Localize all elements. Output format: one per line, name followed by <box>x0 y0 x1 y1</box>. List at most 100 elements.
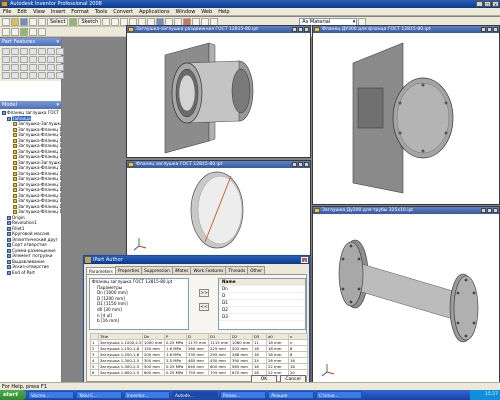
shell-icon[interactable] <box>29 48 37 55</box>
maximize-button[interactable]: □ <box>484 1 491 7</box>
table-cell[interactable]: 6 <box>90 369 99 376</box>
table-cell[interactable]: 1000 mm <box>142 339 165 346</box>
extrude-icon[interactable] <box>2 48 10 55</box>
tab-suppression[interactable]: Suppression <box>141 266 173 274</box>
chevron-down-icon[interactable]: ▾ <box>56 38 59 46</box>
menu-file[interactable]: File <box>0 8 14 16</box>
menu-applications[interactable]: Applications <box>136 8 173 16</box>
promote-icon[interactable] <box>11 72 19 79</box>
table-row[interactable]: 2 Заглушка 1-150-1.6 150 mm 1.6 MPa 260 mm 22… <box>90 345 308 352</box>
move-face-icon[interactable] <box>56 56 64 63</box>
taskbar-item[interactable]: Autode... <box>172 391 218 399</box>
hole-icon[interactable] <box>20 48 28 55</box>
member-table[interactable]: Title Dn P D D1 D2 D3 d0 n 1 Заглушка 1-1000-2.5 1… <box>90 333 308 376</box>
tab-work-features[interactable]: Work Features <box>190 266 227 274</box>
minimize-button[interactable] <box>481 27 486 32</box>
table-cell[interactable]: Заглушка 1-600-2.5 <box>98 369 143 376</box>
close-button[interactable] <box>304 27 309 32</box>
table-row[interactable]: 1 Заглушка 1-1000-2.5 1000 mm 0.25 MPa 1175 … <box>90 339 308 346</box>
part-features-header[interactable]: Part Features ▾ <box>0 38 61 46</box>
list-item[interactable]: Dn <box>219 286 305 293</box>
table-row[interactable]: 4 Заглушка 1-300-2.5 300 mm 2.5 MPa 485 mm 43… <box>90 357 308 364</box>
table-cell[interactable]: 600 mm <box>142 369 165 376</box>
minimize-button[interactable] <box>292 162 297 167</box>
revolve-icon[interactable] <box>11 48 19 55</box>
split-icon[interactable] <box>47 56 55 63</box>
open-icon[interactable] <box>11 17 19 26</box>
face-draft-icon[interactable] <box>38 56 46 63</box>
minimize-button[interactable] <box>292 27 297 32</box>
start-button[interactable]: start <box>0 390 26 400</box>
menu-window[interactable]: Window <box>173 8 199 16</box>
table-cell[interactable]: 0.25 MPa <box>164 339 187 346</box>
parameter-tree[interactable]: Фланец заглушка ГОСТ 12815-80.ipt Парамет… <box>89 278 189 330</box>
fillet-icon[interactable] <box>20 56 28 63</box>
viewport-plug-du200[interactable]: Заглушка Ду200 для трубы 325x10.ipt <box>312 206 500 384</box>
update-icon[interactable] <box>69 17 78 26</box>
menu-edit[interactable]: Edit <box>14 8 30 16</box>
rib-icon[interactable] <box>38 48 46 55</box>
taskbar-item[interactable]: Total C... <box>76 391 122 399</box>
table-row[interactable]: 3 Заглушка 1-200-1.6 200 mm 1.6 MPa 335 mm 29… <box>90 351 308 358</box>
model-header[interactable]: Model ▾ <box>0 101 61 109</box>
work-plane-icon[interactable] <box>29 64 37 71</box>
list-item[interactable]: D1 <box>219 300 305 307</box>
taskbar-item[interactable]: Лекция <box>268 391 314 399</box>
undo-icon[interactable] <box>29 17 37 26</box>
tab-properties[interactable]: Properties <box>114 266 143 274</box>
taskbar-item[interactable]: Vacreo... <box>28 391 74 399</box>
thread-icon[interactable] <box>11 56 19 63</box>
table-cell[interactable]: 0.25 MPa <box>164 369 187 376</box>
list-item[interactable]: D3 <box>219 314 305 321</box>
zoom-window-icon[interactable] <box>111 17 120 26</box>
taskbar-item[interactable]: Inventor... <box>124 391 170 399</box>
close-button[interactable]: x <box>492 1 499 7</box>
return-icon[interactable] <box>20 27 28 36</box>
table-cell[interactable]: 670 mm <box>230 369 253 376</box>
maximize-button[interactable] <box>298 162 303 167</box>
table-cell[interactable]: 0.25 MPa <box>164 363 187 370</box>
minimize-button[interactable] <box>481 208 486 213</box>
minimize-button[interactable]: _ <box>476 1 483 7</box>
circ-pattern-icon[interactable] <box>11 64 19 71</box>
tree-item[interactable]: End of Part <box>2 270 61 276</box>
menu-tools[interactable]: Tools <box>92 8 110 16</box>
viewport-flange-sleeve[interactable]: Заглушка-заглушка раздвижная ГОСТ 12815-… <box>126 25 311 158</box>
mirror-icon[interactable] <box>20 64 28 71</box>
sweep-icon[interactable] <box>56 48 64 55</box>
table-cell[interactable]: 1060 mm <box>230 339 253 346</box>
work-point-icon[interactable] <box>47 64 55 71</box>
sculpt-icon[interactable] <box>38 72 46 79</box>
ipart-icon[interactable] <box>56 64 64 71</box>
maximize-button[interactable] <box>487 27 492 32</box>
menu-convert[interactable]: Convert <box>110 8 136 16</box>
project-icon[interactable] <box>38 27 46 36</box>
table-cell[interactable]: Заглушка 1-500-2.5 <box>98 363 143 370</box>
table-cell[interactable]: Заглушка 1-300-2.5 <box>98 357 143 364</box>
tab-imates[interactable]: iMates <box>171 266 192 274</box>
table-cell[interactable]: Заглушка 1-200-1.6 <box>98 351 143 358</box>
viewport-flange-du300[interactable]: Фланец ДУ300 для фланца ГОСТ 12815-80.ip… <box>312 25 500 205</box>
grill-icon[interactable] <box>56 72 64 79</box>
list-item[interactable]: D <box>219 293 305 300</box>
maximize-button[interactable] <box>298 27 303 32</box>
tab-threads[interactable]: Threads <box>225 266 249 274</box>
table-cell[interactable]: 755 mm <box>186 369 209 376</box>
tree-item[interactable]: Фланец заглушка ГОСТ 12815-80.ipt <box>2 110 61 116</box>
emboss-icon[interactable] <box>20 72 28 79</box>
table-cell[interactable]: 705 mm <box>208 369 231 376</box>
3d-sketch-icon[interactable] <box>11 27 19 36</box>
table-row[interactable]: 5 Заглушка 1-500-2.5 500 mm 0.25 MPa 640 mm 6… <box>90 363 308 370</box>
menu-web[interactable]: Web <box>198 8 215 16</box>
taskbar-item[interactable]: Размо... <box>220 391 266 399</box>
work-axis-icon[interactable] <box>38 64 46 71</box>
close-button[interactable] <box>304 162 309 167</box>
2d-sketch-icon[interactable] <box>2 27 10 36</box>
menu-help[interactable]: Help <box>215 8 232 16</box>
derived-icon[interactable] <box>2 72 10 79</box>
save-icon[interactable] <box>20 17 28 26</box>
table-cell[interactable]: Заглушка 1-1000-2.5 <box>98 339 143 346</box>
menu-insert[interactable]: Insert <box>48 8 68 16</box>
chevron-down-icon[interactable]: ▾ <box>56 101 59 109</box>
taskbar-item[interactable]: Статья... <box>316 391 362 399</box>
